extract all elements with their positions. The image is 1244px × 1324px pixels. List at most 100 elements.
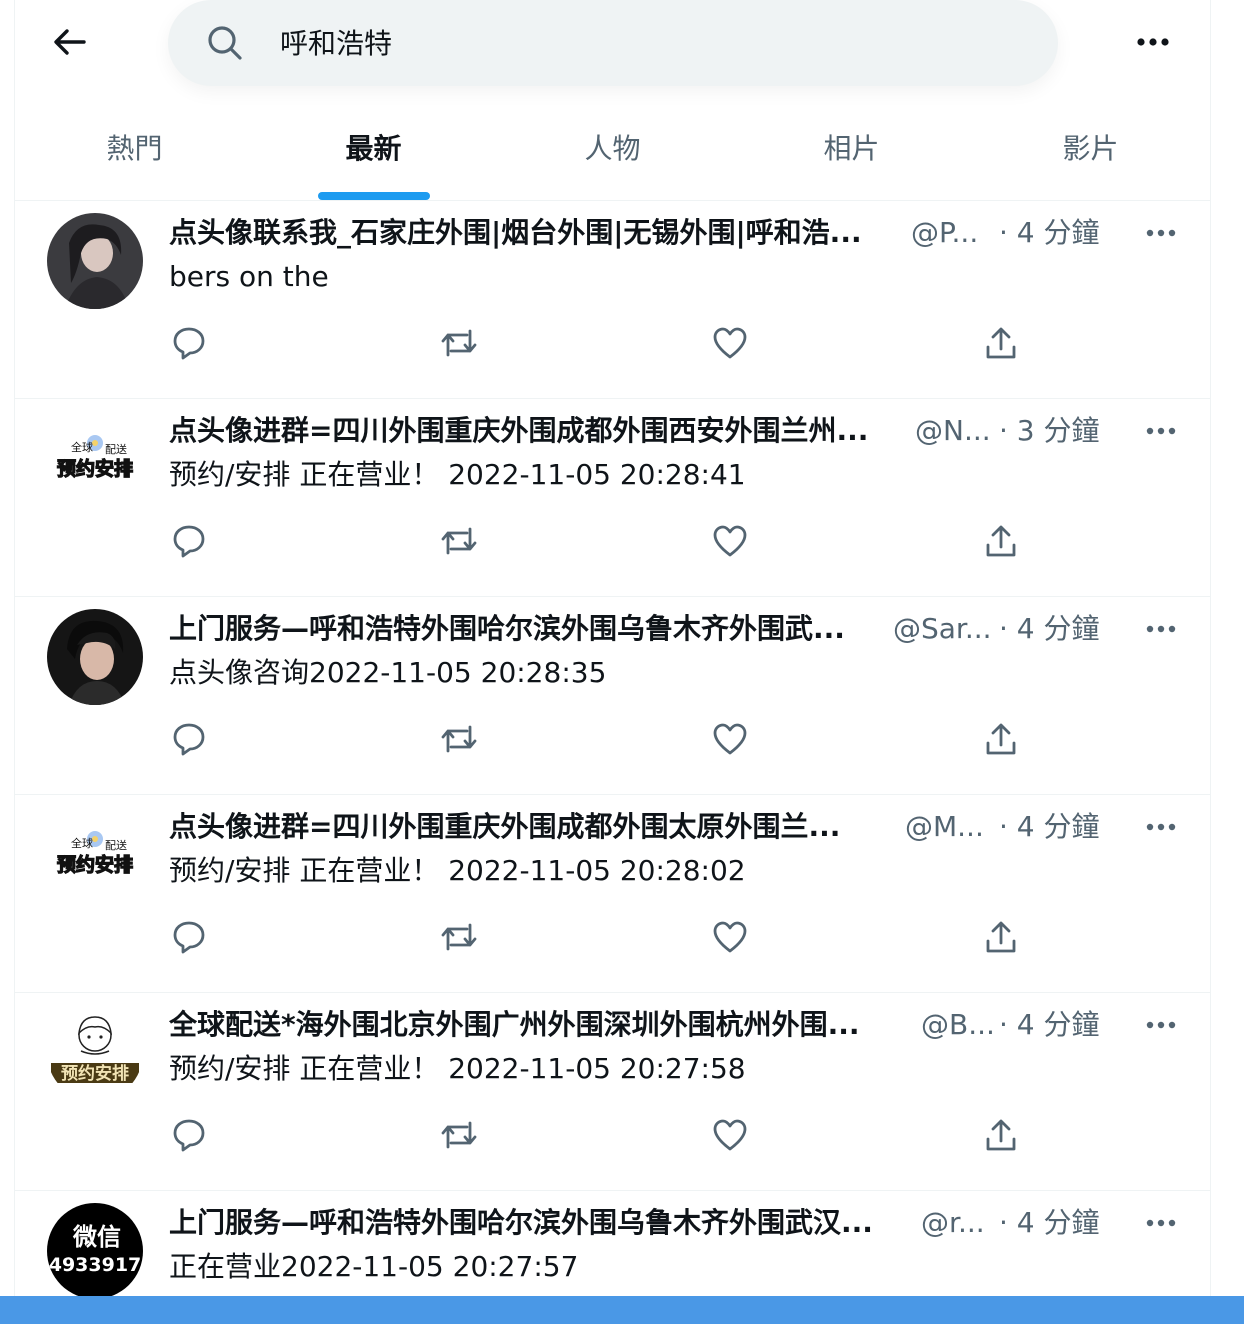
tweet-more-button[interactable] (1141, 1203, 1181, 1243)
tweet-text: 预约/安排 正在营业！ 2022-11-05 20:28:02 (169, 854, 746, 887)
retweet-icon (441, 329, 477, 357)
tweet-time[interactable]: · 4 分鐘 (999, 213, 1100, 253)
tweet[interactable]: 上门服务—呼和浩特外围哈尔滨外围乌鲁木齐外围武... @Sar... · 4 分… (15, 597, 1210, 795)
tweet-author-name[interactable]: 点头像联系我_石家庄外围|烟台外围|无锡外围|呼和浩... (169, 213, 899, 253)
tweet-author-name[interactable]: 点头像进群=四川外围重庆外围成都外围太原外围兰... (169, 807, 899, 847)
timeline-column: 熱門 最新 人物 相片 影片 点头像联系我_石家庄外围|烟台外围|无锡外围|呼和… (14, 0, 1211, 1324)
tab-latest-label: 最新 (345, 132, 402, 165)
avatar[interactable] (47, 213, 143, 309)
reply-button[interactable] (167, 519, 211, 563)
more-icon (1146, 229, 1176, 237)
share-button[interactable] (979, 519, 1023, 563)
like-button[interactable] (708, 519, 752, 563)
share-icon (986, 921, 1016, 953)
reply-icon (173, 723, 205, 756)
like-button[interactable] (708, 321, 752, 365)
tweet-handle[interactable]: @B... (921, 1005, 995, 1045)
retweet-button[interactable] (437, 519, 481, 563)
tweet-actions (167, 1113, 1067, 1157)
reply-icon (173, 327, 205, 360)
more-icon (1146, 427, 1176, 435)
reply-button[interactable] (167, 1113, 211, 1157)
like-button[interactable] (708, 717, 752, 761)
tab-top[interactable]: 熱門 (15, 118, 254, 200)
retweet-icon (441, 923, 477, 951)
share-button[interactable] (979, 915, 1023, 959)
retweet-button[interactable] (437, 915, 481, 959)
tweet-time[interactable]: · 3 分鐘 (999, 411, 1100, 451)
avatar-text: 微信 (72, 1223, 121, 1251)
like-icon (713, 723, 747, 755)
tab-latest[interactable]: 最新 (254, 118, 493, 200)
share-icon (986, 525, 1016, 557)
search-icon (208, 26, 242, 60)
tweet-author-name[interactable]: 上门服务—呼和浩特外围哈尔滨外围乌鲁木齐外围武... (169, 609, 899, 649)
tweet-more-button[interactable] (1141, 213, 1181, 253)
share-button[interactable] (979, 717, 1023, 761)
tweet-handle[interactable]: @r... (921, 1203, 985, 1243)
tweet-handle[interactable]: @N... (915, 411, 991, 451)
tweet-author-name[interactable]: 全球配送*海外围北京外围广州外围深圳外围杭州外围... (169, 1005, 899, 1045)
reply-button[interactable] (167, 717, 211, 761)
tab-videos[interactable]: 影片 (971, 118, 1210, 200)
tab-photos[interactable]: 相片 (732, 118, 971, 200)
tweet-handle[interactable]: @Sar... (893, 609, 992, 649)
tweet-handle[interactable]: @P... (911, 213, 978, 253)
tweet-actions (167, 717, 1067, 761)
search-header: 熱門 最新 人物 相片 影片 (15, 0, 1210, 201)
avatar-text: 全球 (71, 836, 93, 850)
avatar[interactable]: 微信 4933917 (47, 1203, 143, 1299)
tweet[interactable]: 预约安排 全球配送*海外围北京外围广州外围深圳外围杭州外围... @B... ·… (15, 993, 1210, 1191)
avatar[interactable]: 全球 配送 预约安排 (47, 411, 143, 507)
share-button[interactable] (979, 321, 1023, 365)
reply-button[interactable] (167, 321, 211, 365)
avatar-text: 4933917 (49, 1254, 142, 1276)
tab-people[interactable]: 人物 (493, 118, 732, 200)
retweet-icon (441, 1121, 477, 1149)
tweet-time[interactable]: · 4 分鐘 (999, 1005, 1100, 1045)
tweet-text: 正在营业2022-11-05 20:27:57 (169, 1250, 579, 1283)
retweet-button[interactable] (437, 717, 481, 761)
tweet-author-name[interactable]: 点头像进群=四川外围重庆外围成都外围西安外围兰州... (169, 411, 899, 451)
tweet-more-button[interactable] (1141, 807, 1181, 847)
tab-videos-label: 影片 (1062, 132, 1119, 165)
tweet-author-name[interactable]: 上门服务—呼和浩特外围哈尔滨外围乌鲁木齐外围武汉... (169, 1203, 899, 1243)
tweet-more-button[interactable] (1141, 411, 1181, 451)
like-button[interactable] (708, 1113, 752, 1157)
avatar-text: 预约安排 (57, 853, 133, 876)
like-button[interactable] (708, 915, 752, 959)
tweet-more-button[interactable] (1141, 1005, 1181, 1045)
share-icon (986, 327, 1016, 359)
search-box[interactable] (168, 0, 1058, 86)
reply-button[interactable] (167, 915, 211, 959)
avatar-text: 全球 (71, 440, 93, 454)
tweet-more-button[interactable] (1141, 609, 1181, 649)
avatar-text: 配送 (105, 442, 127, 456)
more-icon (1137, 38, 1169, 46)
tweet-actions (167, 519, 1067, 563)
share-icon (986, 723, 1016, 755)
avatar[interactable]: 预约安排 (47, 1005, 143, 1101)
share-button[interactable] (979, 1113, 1023, 1157)
tweet-time[interactable]: · 4 分鐘 (999, 807, 1100, 847)
tweet[interactable]: 点头像联系我_石家庄外围|烟台外围|无锡外围|呼和浩... @P... · 4 … (15, 201, 1210, 399)
like-icon (713, 1119, 747, 1151)
search-input[interactable] (280, 18, 980, 66)
tweet-handle[interactable]: @M... (905, 807, 984, 847)
avatar[interactable]: 全球 配送 预约安排 (47, 807, 143, 903)
back-button[interactable] (49, 22, 89, 62)
like-icon (713, 921, 747, 953)
avatar[interactable] (47, 609, 143, 705)
retweet-button[interactable] (437, 321, 481, 365)
tweet[interactable]: 全球 配送 预约安排 点头像进群=四川外围重庆外围成都外围西安外围兰州... @… (15, 399, 1210, 597)
more-icon (1146, 1021, 1176, 1029)
tweet-time[interactable]: · 4 分鐘 (999, 1203, 1100, 1243)
tweet[interactable]: 全球 配送 预约安排 点头像进群=四川外围重庆外围成都外围太原外围兰... @M… (15, 795, 1210, 993)
tweet-time[interactable]: · 4 分鐘 (999, 609, 1100, 649)
tweet-text: 预约/安排 正在营业！ 2022-11-05 20:28:41 (169, 458, 746, 491)
retweet-button[interactable] (437, 1113, 481, 1157)
more-options-button[interactable] (1133, 22, 1173, 62)
tab-people-label: 人物 (584, 132, 641, 165)
search-tabs: 熱門 最新 人物 相片 影片 (15, 118, 1210, 200)
more-icon (1146, 1219, 1176, 1227)
